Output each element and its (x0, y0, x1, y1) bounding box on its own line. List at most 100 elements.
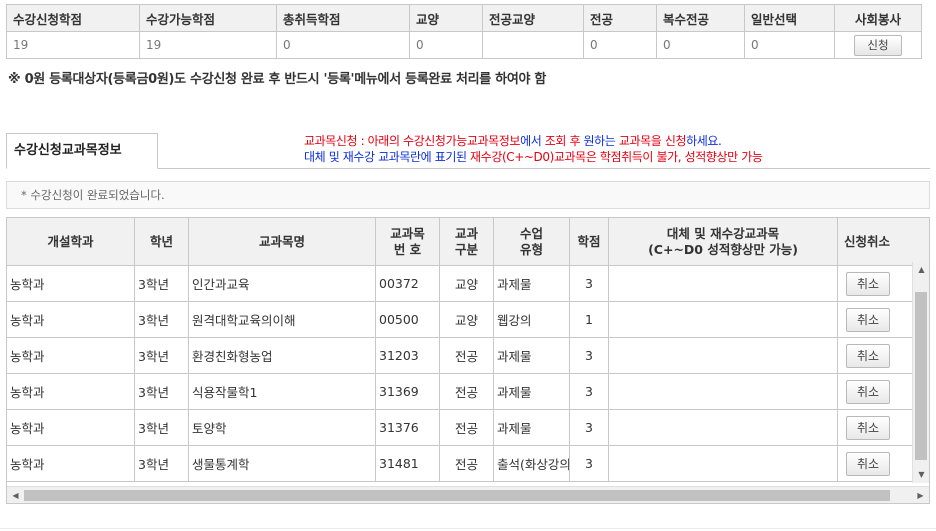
cancel-course-button[interactable]: 취소 (846, 307, 890, 332)
guide-text: 교과목신청 : 아래의 (304, 134, 404, 148)
table-row: 농학과 3학년 식용작물학1 31369 전공 과제물 3 취소 (7, 373, 929, 410)
header-available-credits: 수강가능학점 (139, 4, 277, 32)
guide-line-2: 대체 및 재수강 교과목란에 표기된 재수강(C+~D0)교과목은 학점취득이 … (304, 149, 763, 165)
cell-division: 전공 (439, 373, 494, 410)
col-header-text: 번 호 (393, 241, 422, 257)
cell-dept: 농학과 (7, 265, 135, 302)
cell-replacement (608, 301, 838, 338)
guide-text: 조회 후 (544, 134, 584, 148)
col-header-text: (C+~D0 성적향상만 가능) (648, 241, 798, 257)
social-service-cell: 신청 (834, 31, 922, 59)
cell-course-name: 환경친화형농업 (188, 337, 376, 374)
value-elective: 0 (744, 31, 835, 59)
cell-dept: 농학과 (7, 409, 135, 446)
cancel-course-button[interactable]: 취소 (846, 415, 890, 440)
horizontal-scrollbar[interactable]: ◀ ▶ (7, 486, 929, 503)
cell-course-name: 식용작물학1 (188, 373, 376, 410)
arrow-down-icon[interactable]: ▼ (913, 469, 929, 481)
status-message: * 수강신청이 완료되었습니다. (6, 181, 930, 209)
tab-divider (158, 168, 930, 169)
cell-replacement (608, 445, 838, 482)
cell-class-type: 과제물 (493, 409, 570, 446)
col-header-text: 수업 (519, 225, 543, 241)
col-header-course-name: 교과목명 (188, 218, 376, 266)
table-row: 농학과 3학년 생물통계학 31481 전공 출석(화상강의) 3 취소 (7, 445, 929, 482)
cell-division: 전공 (439, 445, 494, 482)
col-header-course-code: 교과목 번 호 (375, 218, 440, 266)
horizontal-scroll-thumb[interactable] (24, 490, 890, 501)
cell-credit: 3 (569, 409, 609, 446)
social-service-apply-button[interactable]: 신청 (854, 34, 902, 56)
cell-course-code: 31481 (375, 445, 440, 482)
header-major: 전공 (583, 4, 657, 32)
cancel-course-button[interactable]: 취소 (846, 271, 890, 296)
arrow-up-icon[interactable]: ▲ (913, 264, 929, 276)
table-row: 농학과 3학년 원격대학교육의이해 00500 교양 웹강의 1 취소 (7, 301, 929, 338)
value-double-major: 0 (656, 31, 745, 59)
col-header-text: 교과목 (390, 225, 425, 241)
cell-year: 3학년 (134, 409, 189, 446)
tab-course-info[interactable]: 수강신청교과목정보 (6, 133, 158, 169)
header-general-ed: 교양 (409, 4, 483, 32)
table-row: 농학과 3학년 토양학 31376 전공 과제물 3 취소 (7, 409, 929, 446)
value-general-ed: 0 (409, 31, 483, 59)
registration-notice: ※ 0원 등록대상자(등록금0원)도 수강신청 완료 후 반드시 '등록'메뉴에… (8, 72, 547, 87)
cell-credit: 3 (569, 445, 609, 482)
header-major-general: 전공교양 (482, 4, 584, 32)
bottom-divider (0, 528, 936, 529)
col-header-text: 대체 및 재수강교과목 (666, 225, 780, 241)
cell-dept: 농학과 (7, 301, 135, 338)
header-requested-credits: 수강신청학점 (6, 4, 140, 32)
cell-course-name: 인간과교육 (188, 265, 376, 302)
cell-division: 교양 (439, 301, 494, 338)
arrow-left-icon[interactable]: ◀ (7, 490, 24, 502)
col-header-division: 교과 구분 (439, 218, 494, 266)
cell-credit: 3 (569, 373, 609, 410)
col-header-replacement: 대체 및 재수강교과목 (C+~D0 성적향상만 가능) (608, 218, 838, 266)
cell-class-type: 과제물 (493, 337, 570, 374)
table-row: 농학과 3학년 환경친화형농업 31203 전공 과제물 3 취소 (7, 337, 929, 374)
col-header-class-type: 수업 유형 (493, 218, 570, 266)
vertical-scroll-thumb[interactable] (915, 292, 927, 460)
credits-value-row: 19 19 0 0 0 0 0 신청 (6, 31, 922, 59)
table-row: 농학과 3학년 인간과교육 00372 교양 과제물 3 취소 (7, 265, 929, 302)
col-header-credit: 학점 (569, 218, 609, 266)
cell-class-type: 과제물 (493, 265, 570, 302)
col-header-cancel: 신청취소 (837, 218, 929, 266)
cell-division: 전공 (439, 337, 494, 374)
cancel-course-button[interactable]: 취소 (846, 379, 890, 404)
guide-text: 대체 및 재수강 교과목란에 표기된 (304, 150, 471, 164)
guide-text: 재수강(C+~D0)교과목은 학점취득이 불가, 성적향상만 가능 (470, 150, 763, 164)
cell-dept: 농학과 (7, 445, 135, 482)
cell-course-code: 31376 (375, 409, 440, 446)
header-elective: 일반선택 (744, 4, 835, 32)
value-available-credits: 19 (139, 31, 277, 59)
col-header-text: 유형 (519, 241, 543, 257)
cell-division: 교양 (439, 265, 494, 302)
course-grid-header: 개설학과 학년 교과목명 교과목 번 호 교과 구분 수업 유형 학점 대체 및 재수… (7, 218, 929, 266)
cell-course-code: 31369 (375, 373, 440, 410)
guide-line-1: 교과목신청 : 아래의 수강신청가능교과목정보에서 조회 후 원하는 교과목을 … (304, 133, 763, 149)
cell-class-type: 출석(화상강의) (493, 445, 570, 482)
cell-year: 3학년 (134, 337, 189, 374)
cell-course-code: 31203 (375, 337, 440, 374)
cell-replacement (608, 373, 838, 410)
arrow-right-icon[interactable]: ▶ (912, 490, 929, 502)
cell-dept: 농학과 (7, 337, 135, 374)
cell-year: 3학년 (134, 301, 189, 338)
cell-credit: 1 (569, 301, 609, 338)
cell-year: 3학년 (134, 373, 189, 410)
cell-replacement (608, 337, 838, 374)
header-double-major: 복수전공 (656, 4, 745, 32)
cancel-course-button[interactable]: 취소 (846, 451, 890, 476)
cell-credit: 3 (569, 337, 609, 374)
cell-course-code: 00372 (375, 265, 440, 302)
col-header-text: 구분 (454, 241, 478, 257)
guide-text: 하세요. (686, 134, 722, 148)
cell-replacement (608, 265, 838, 302)
cell-class-type: 과제물 (493, 373, 570, 410)
col-header-dept: 개설학과 (7, 218, 135, 266)
cancel-course-button[interactable]: 취소 (846, 343, 890, 368)
cell-year: 3학년 (134, 265, 189, 302)
vertical-scrollbar[interactable]: ▲ ▼ (912, 262, 929, 483)
